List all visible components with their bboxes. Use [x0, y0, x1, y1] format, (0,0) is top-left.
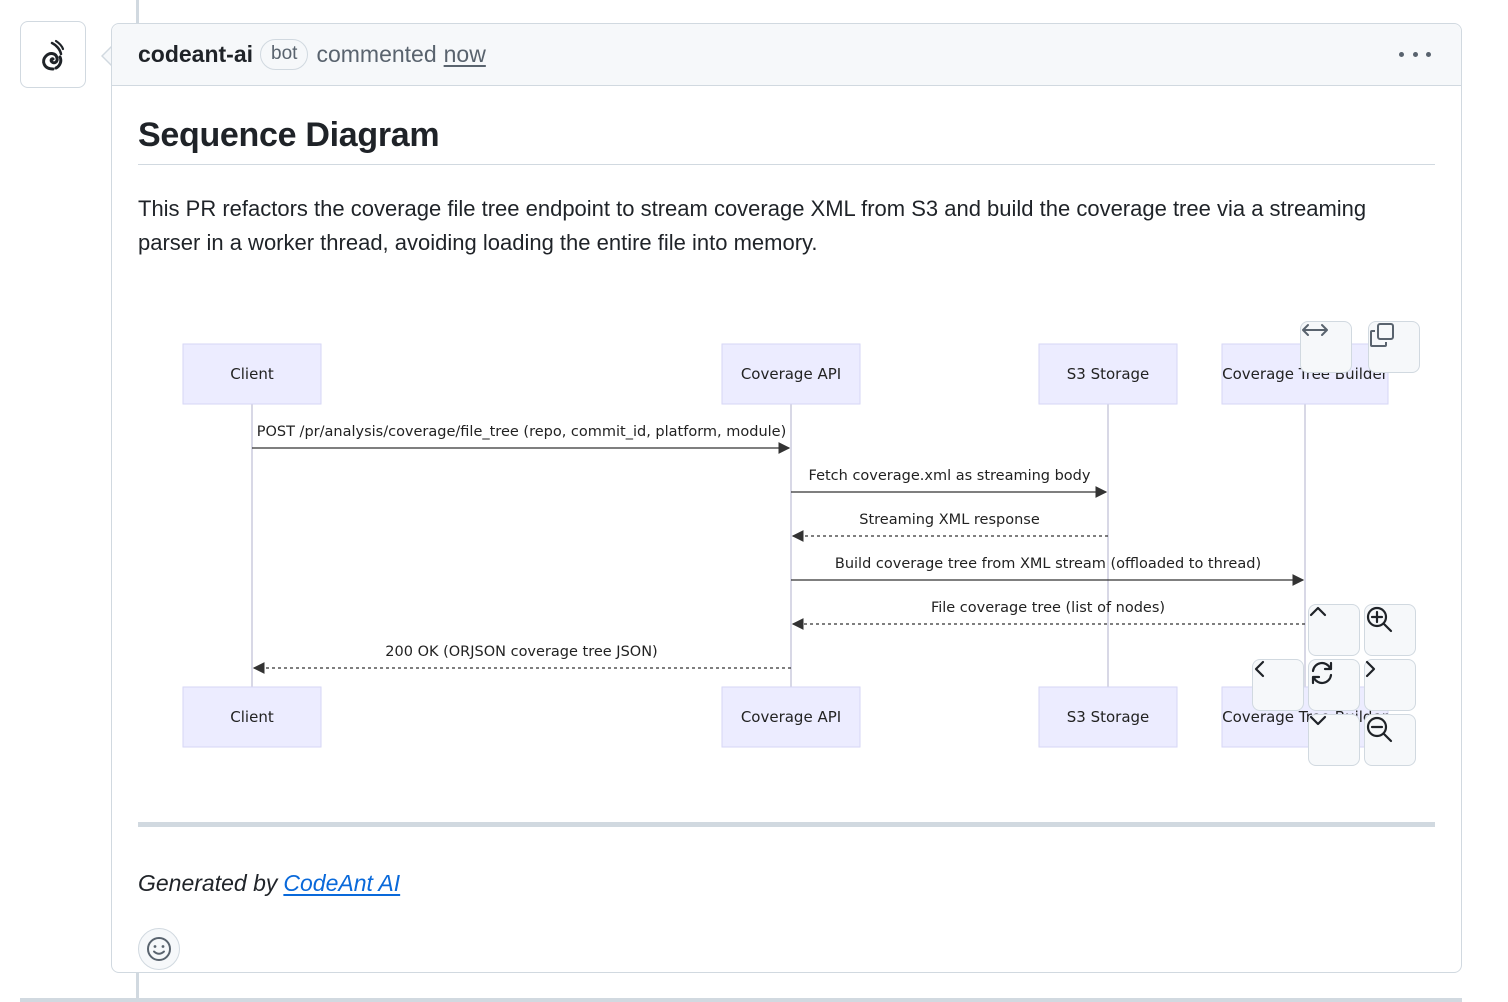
chevron-left-icon — [1254, 660, 1265, 678]
pr-description: This PR refactors the coverage file tree… — [138, 196, 1367, 255]
codeant-ai-link[interactable]: CodeAnt AI — [283, 870, 400, 896]
participant-label: Coverage API — [741, 365, 841, 383]
message-label: Build coverage tree from XML stream (off… — [835, 556, 1261, 572]
participant-label: S3 Storage — [1067, 365, 1150, 383]
smiley-icon — [147, 937, 171, 961]
participant-label: Coverage API — [741, 708, 841, 726]
pan-right-button[interactable] — [1364, 659, 1416, 711]
participant-top: Coverage API — [721, 343, 861, 405]
sequence-diagram-svg: Client Coverage API S3 Storage Coverage Tre… — [182, 343, 1389, 748]
comment-timestamp-link[interactable]: now — [444, 41, 486, 68]
codeant-logo-icon — [42, 39, 65, 70]
zoom-in-button[interactable] — [1364, 604, 1416, 656]
message-label: File coverage tree (list of nodes) — [931, 600, 1165, 616]
zoom-in-icon — [1366, 606, 1393, 633]
comment-card: codeant-ai bot commented now Sequence Di… — [111, 23, 1462, 973]
chevron-up-icon — [1309, 606, 1327, 617]
kebab-dot-icon — [1399, 51, 1404, 57]
copy-button[interactable] — [1368, 321, 1420, 373]
expand-icon — [1302, 324, 1328, 336]
footer-divider — [138, 822, 1435, 827]
chevron-right-icon — [1365, 660, 1376, 678]
more-options-button[interactable] — [1399, 42, 1431, 66]
zoom-out-icon — [1366, 716, 1393, 743]
zoom-out-button[interactable] — [1364, 714, 1416, 766]
participant-label: S3 Storage — [1067, 708, 1150, 726]
bot-badge: bot — [260, 39, 309, 70]
chevron-down-icon — [1309, 715, 1327, 726]
avatar[interactable] — [20, 21, 86, 88]
participant-bottom: Client — [182, 686, 322, 748]
reset-view-button[interactable] — [1308, 659, 1360, 711]
participant-top: S3 Storage — [1038, 343, 1178, 405]
timeline-bottom-rule — [20, 998, 1462, 1002]
copy-icon — [1370, 323, 1394, 347]
kebab-dot-icon — [1412, 51, 1418, 57]
heading-divider — [138, 164, 1435, 165]
pan-up-button[interactable] — [1308, 604, 1360, 656]
generated-by-prefix: Generated by — [138, 870, 278, 896]
generated-by-footer: Generated by CodeAnt AI — [138, 870, 400, 897]
message-label: 200 OK (ORJSON coverage tree JSON) — [385, 644, 657, 660]
expand-button[interactable] — [1300, 321, 1352, 373]
add-reaction-button[interactable] — [138, 928, 180, 970]
participant-bottom: Coverage API — [721, 686, 861, 748]
kebab-dot-icon — [1426, 51, 1431, 57]
author-name[interactable]: codeant-ai — [138, 41, 253, 68]
sequence-diagram[interactable]: Client Coverage API S3 Storage Coverage Tre… — [138, 294, 1436, 774]
participant-bottom: S3 Storage — [1038, 686, 1178, 748]
participant-label: Client — [230, 365, 274, 383]
reset-icon — [1311, 661, 1333, 685]
comment-header: codeant-ai bot commented now — [112, 24, 1461, 86]
pan-down-button[interactable] — [1308, 714, 1360, 766]
comment-action: commented — [316, 41, 437, 67]
message-label: POST /pr/analysis/coverage/file_tree (re… — [257, 424, 787, 440]
participant-top: Client — [182, 343, 322, 405]
message-label: Fetch coverage.xml as streaming body — [809, 468, 1091, 484]
message-label: Streaming XML response — [859, 512, 1040, 528]
participant-label: Client — [230, 708, 274, 726]
pan-left-button[interactable] — [1252, 659, 1304, 711]
section-heading: Sequence Diagram — [138, 116, 440, 154]
